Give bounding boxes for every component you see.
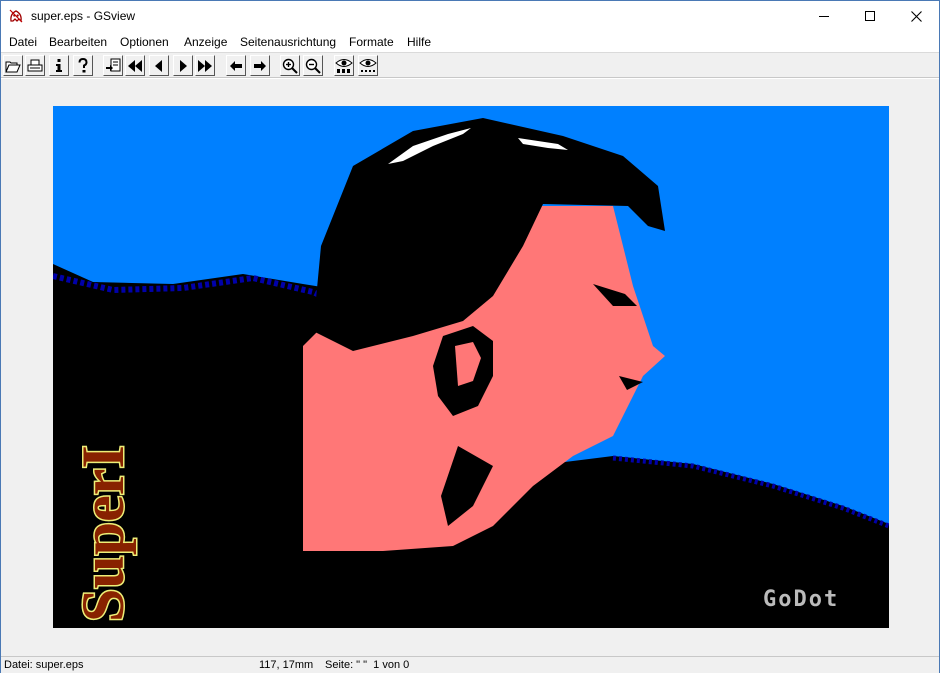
question-icon	[78, 58, 88, 73]
right-triangle-icon	[180, 59, 187, 72]
close-icon	[910, 10, 922, 22]
status-coordinates: 117, 17mm	[259, 659, 314, 671]
minimize-icon	[819, 16, 829, 17]
menu-datei[interactable]: Datei	[9, 35, 37, 49]
arrow-left-icon	[230, 60, 242, 71]
eps-preview-image: SuperI GoDot	[53, 106, 889, 628]
open-file-button[interactable]	[3, 55, 23, 76]
menu-optionen[interactable]: Optionen	[120, 35, 169, 49]
goto-page-button[interactable]	[103, 55, 123, 76]
title-bar[interactable]: super.eps - GSview	[1, 1, 939, 31]
print-button[interactable]	[25, 55, 45, 76]
first-page-button[interactable]	[125, 55, 145, 76]
page-goto-icon	[106, 58, 121, 72]
find-text-button[interactable]	[334, 55, 354, 76]
help-button[interactable]	[73, 55, 93, 76]
eye-abc-icon	[335, 59, 353, 73]
maximize-button[interactable]	[847, 1, 893, 31]
menu-hilfe[interactable]: Hilfe	[407, 35, 431, 49]
find-next-button[interactable]	[358, 55, 378, 76]
menu-anzeige[interactable]: Anzeige	[184, 35, 227, 49]
status-bar: Datei: super.eps 117, 17mm Seite: " " 1 …	[1, 656, 939, 673]
left-triangle-icon	[155, 59, 162, 72]
minimize-button[interactable]	[801, 1, 847, 31]
window-title: super.eps - GSview	[31, 9, 136, 23]
back-button[interactable]	[226, 55, 246, 76]
info-icon	[56, 59, 62, 72]
zoom-out-icon	[305, 58, 321, 74]
menu-formate[interactable]: Formate	[349, 35, 394, 49]
portrait-illustration: SuperI GoDot	[53, 106, 889, 628]
double-right-icon	[198, 59, 212, 72]
info-button[interactable]	[49, 55, 69, 76]
menu-bearbeiten[interactable]: Bearbeiten	[49, 35, 107, 49]
last-page-button[interactable]	[195, 55, 215, 76]
status-file: Datei: super.eps	[4, 659, 84, 671]
signature-text: GoDot	[763, 587, 839, 612]
arrow-right-icon	[254, 60, 266, 71]
zoom-in-icon	[282, 58, 298, 74]
status-page: Seite: " " 1 von 0	[325, 659, 410, 671]
printer-icon	[27, 59, 43, 71]
vertical-title-text: SuperI	[70, 445, 136, 622]
forward-button[interactable]	[250, 55, 270, 76]
double-left-icon	[128, 59, 142, 72]
zoom-in-button[interactable]	[280, 55, 300, 76]
maximize-icon	[865, 11, 875, 21]
menu-bar: Datei Bearbeiten Optionen Anzeige Seiten…	[1, 32, 939, 52]
document-view[interactable]: SuperI GoDot	[1, 79, 939, 656]
gsview-ghost-icon[interactable]	[8, 8, 24, 24]
close-button[interactable]	[893, 1, 939, 31]
next-page-button[interactable]	[173, 55, 193, 76]
previous-page-button[interactable]	[149, 55, 169, 76]
menu-seitenausrichtung[interactable]: Seitenausrichtung	[240, 35, 336, 49]
zoom-out-button[interactable]	[303, 55, 323, 76]
gsview-window: super.eps - GSview Datei Bearbeiten Opti…	[0, 0, 940, 673]
toolbar	[1, 52, 939, 78]
folder-open-icon	[5, 61, 21, 72]
eye-dots-icon	[359, 59, 377, 72]
